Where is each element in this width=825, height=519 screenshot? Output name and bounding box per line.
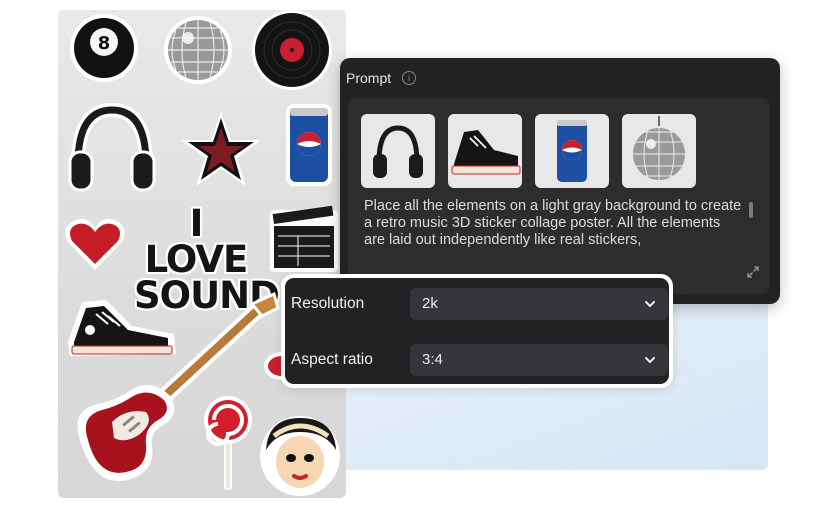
soda-can-sticker [286, 104, 332, 186]
settings-inner: Resolution 2k Aspect ratio 3:4 [285, 278, 669, 384]
prompt-scrollbar[interactable] [749, 202, 753, 218]
prompt-label: Prompt [346, 70, 392, 86]
info-icon[interactable]: i [402, 71, 416, 85]
sneaker-thumb-icon [451, 130, 521, 175]
pinup-girl-sticker [260, 416, 340, 496]
headline-line-1: I LOVE [144, 202, 249, 281]
prompt-input[interactable]: Place all the elements on a light gray b… [348, 98, 770, 294]
clapperboard-sticker [270, 205, 338, 272]
headphones-thumb-icon [373, 125, 423, 178]
eight-ball-sticker: 8 [70, 14, 138, 82]
chevron-down-icon [645, 357, 655, 364]
aspect-ratio-label: Aspect ratio [291, 351, 373, 368]
chevron-down-icon [645, 301, 655, 308]
headphones-sticker [68, 102, 156, 192]
resolution-select[interactable]: 2k [410, 288, 668, 320]
reference-image-headphones[interactable] [361, 114, 435, 188]
soda-can-thumb-icon [557, 120, 587, 182]
star-sticker [181, 112, 261, 186]
heart-sticker [65, 219, 125, 270]
vinyl-record-sticker [252, 10, 332, 90]
disco-ball-sticker [164, 16, 232, 84]
prompt-text: Place all the elements on a light gray b… [364, 198, 742, 248]
prompt-panel: Prompt i Place all the elements on a lig… [340, 58, 780, 304]
reference-image-disco-ball[interactable] [622, 114, 696, 188]
reference-image-sneaker[interactable] [448, 114, 522, 188]
sticker-poster-image: 8 I LOVE SOUND [58, 10, 346, 498]
lollipop-sticker [204, 396, 252, 490]
reference-image-can[interactable] [535, 114, 609, 188]
resolution-value: 2k [422, 295, 438, 312]
resolution-label: Resolution [291, 295, 365, 312]
aspect-ratio-value: 3:4 [422, 351, 443, 368]
settings-panel: Resolution 2k Aspect ratio 3:4 [281, 274, 673, 388]
expand-icon[interactable] [746, 265, 760, 279]
disco-ball-thumb-icon [633, 116, 685, 180]
ball-number: 8 [98, 33, 111, 54]
aspect-ratio-select[interactable]: 3:4 [410, 344, 668, 376]
